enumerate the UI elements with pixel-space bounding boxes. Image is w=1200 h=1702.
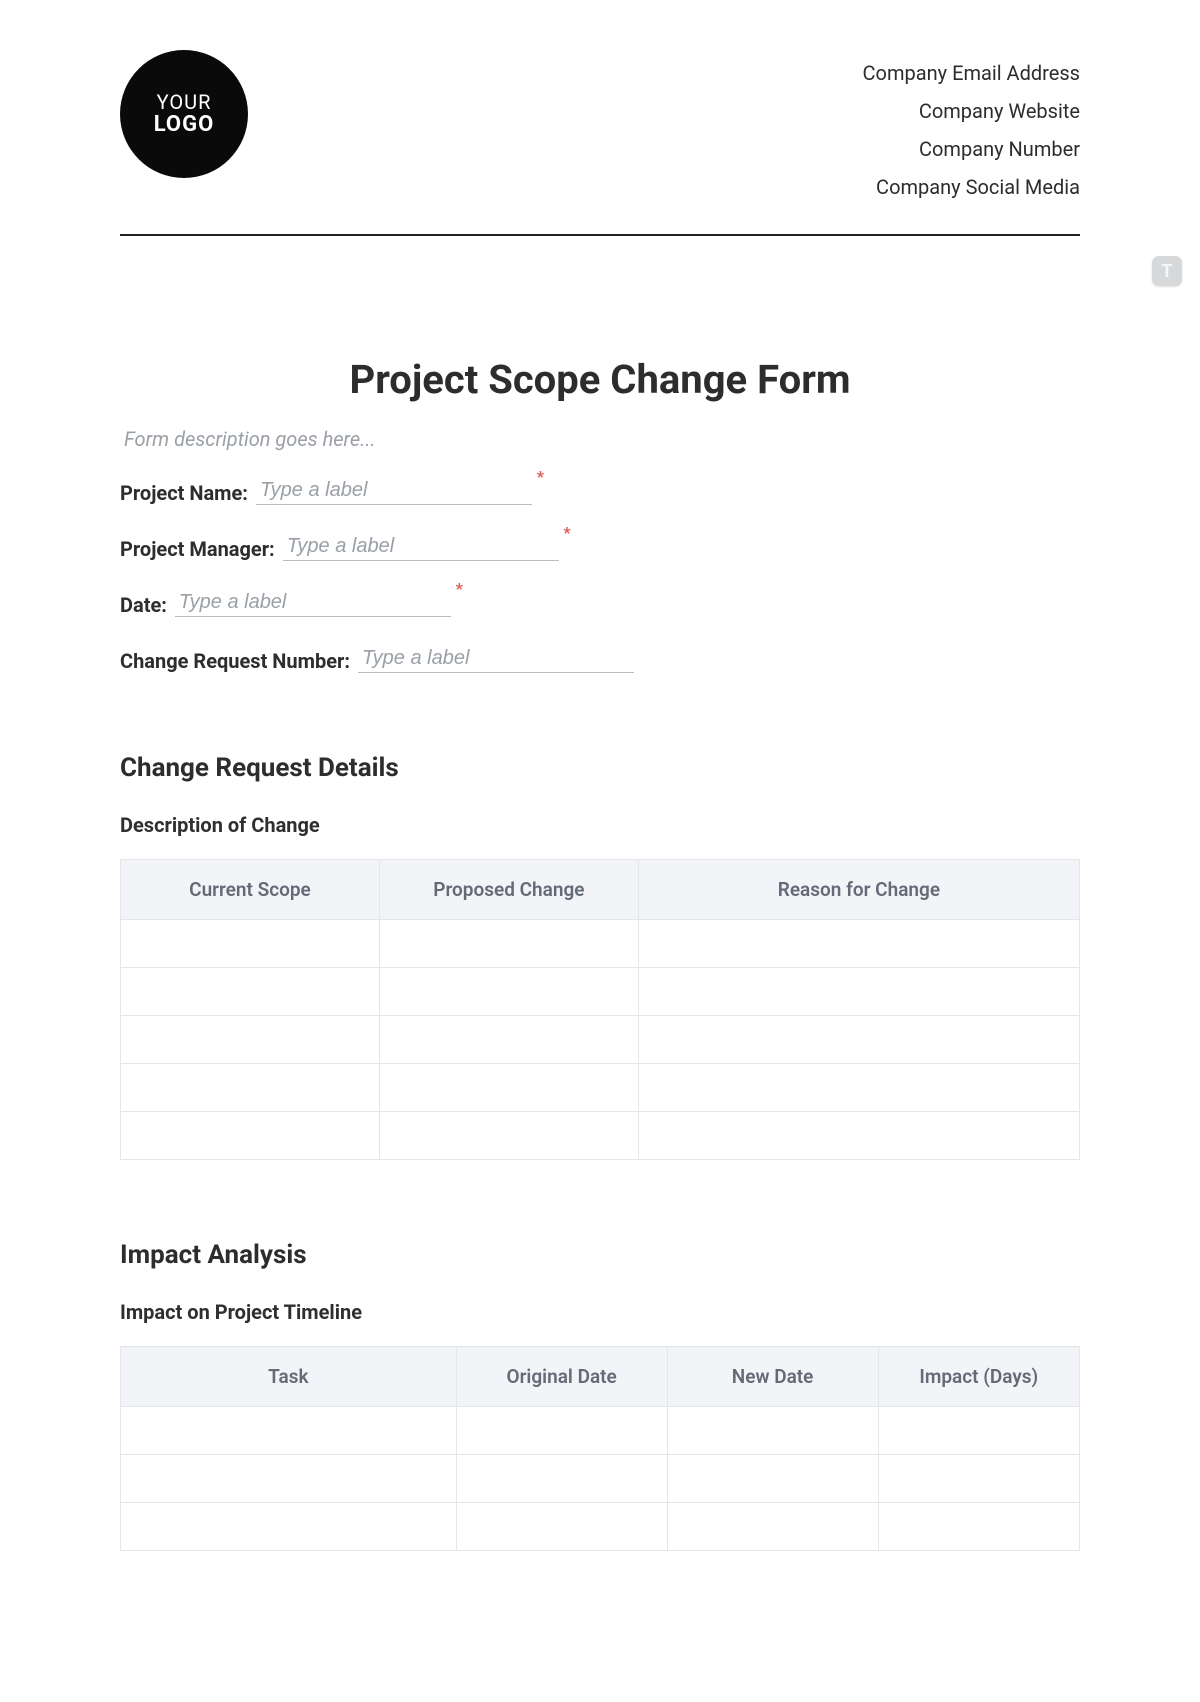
form-description-placeholder[interactable]: Form description goes here... [124, 427, 1080, 451]
table-header-cell: Task [121, 1347, 457, 1407]
table-cell[interactable] [121, 920, 380, 968]
table-row [121, 1016, 1080, 1064]
field-label: Change Request Number: [120, 649, 350, 673]
logo-line2: LOGO [154, 113, 215, 137]
table-cell[interactable] [456, 1407, 667, 1455]
required-asterisk-icon: * [456, 579, 463, 598]
table-cell[interactable] [121, 1503, 457, 1551]
required-asterisk-icon: * [563, 523, 570, 542]
table-cell[interactable] [638, 1112, 1079, 1160]
table-row [121, 968, 1080, 1016]
field-date: Date: * [120, 589, 1080, 617]
table-cell[interactable] [638, 968, 1079, 1016]
table-header-cell: Reason for Change [638, 860, 1079, 920]
table-cell[interactable] [667, 1503, 878, 1551]
project-manager-input[interactable] [283, 533, 559, 561]
field-label: Project Manager: [120, 537, 275, 561]
table-cell[interactable] [878, 1503, 1079, 1551]
table-cell[interactable] [121, 1064, 380, 1112]
change-req-no-input[interactable] [358, 645, 634, 673]
table-cell[interactable] [379, 920, 638, 968]
table-cell[interactable] [878, 1455, 1079, 1503]
company-social: Company Social Media [863, 168, 1080, 206]
page-inner: YOUR LOGO Company Email Address Company … [0, 0, 1200, 1591]
template-badge[interactable]: T [1152, 256, 1182, 286]
project-name-input[interactable] [256, 477, 532, 505]
field-project-manager: Project Manager: * [120, 533, 1080, 561]
table-header-cell: Proposed Change [379, 860, 638, 920]
field-label: Project Name: [120, 481, 248, 505]
table-cell[interactable] [121, 1455, 457, 1503]
table-cell[interactable] [878, 1407, 1079, 1455]
template-badge-letter: T [1161, 261, 1172, 282]
table-header-cell: Current Scope [121, 860, 380, 920]
table-row [121, 1064, 1080, 1112]
field-project-name: Project Name: * [120, 477, 1080, 505]
subsection-heading-desc-of-change: Description of Change [120, 813, 1080, 837]
table-row [121, 1407, 1080, 1455]
company-website: Company Website [863, 92, 1080, 130]
table-cell[interactable] [456, 1503, 667, 1551]
field-label: Date: [120, 593, 167, 617]
table-cell[interactable] [121, 968, 380, 1016]
impact-table: TaskOriginal DateNew DateImpact (Days) [120, 1346, 1080, 1551]
logo-line1: YOUR [157, 91, 212, 113]
table-cell[interactable] [667, 1455, 878, 1503]
table-header-cell: Original Date [456, 1347, 667, 1407]
table-cell[interactable] [667, 1407, 878, 1455]
table-header-cell: Impact (Days) [878, 1347, 1079, 1407]
table-cell[interactable] [121, 1407, 457, 1455]
table-row [121, 1112, 1080, 1160]
change-details-table: Current ScopeProposed ChangeReason for C… [120, 859, 1080, 1160]
table-row [121, 1503, 1080, 1551]
table-cell[interactable] [121, 1112, 380, 1160]
page: T YOUR LOGO Company Email Address Compan… [0, 0, 1200, 1702]
company-info: Company Email Address Company Website Co… [863, 50, 1080, 206]
table-cell[interactable] [379, 1112, 638, 1160]
table-cell[interactable] [379, 1016, 638, 1064]
subsection-heading-impact-timeline: Impact on Project Timeline [120, 1300, 1080, 1324]
section-heading-change-details: Change Request Details [120, 753, 1080, 783]
table-header-cell: New Date [667, 1347, 878, 1407]
table-cell[interactable] [379, 968, 638, 1016]
company-number: Company Number [863, 130, 1080, 168]
section-heading-impact: Impact Analysis [120, 1240, 1080, 1270]
table-cell[interactable] [638, 1064, 1079, 1112]
table-row [121, 920, 1080, 968]
table-cell[interactable] [638, 920, 1079, 968]
header-divider [120, 234, 1080, 236]
field-change-req-no: Change Request Number: [120, 645, 1080, 673]
header: YOUR LOGO Company Email Address Company … [120, 50, 1080, 206]
table-cell[interactable] [638, 1016, 1079, 1064]
table-row [121, 1455, 1080, 1503]
date-input[interactable] [175, 589, 451, 617]
table-cell[interactable] [121, 1016, 380, 1064]
company-email: Company Email Address [863, 54, 1080, 92]
page-title: Project Scope Change Form [120, 356, 1080, 403]
logo-placeholder: YOUR LOGO [120, 50, 248, 178]
table-cell[interactable] [379, 1064, 638, 1112]
table-cell[interactable] [456, 1455, 667, 1503]
required-asterisk-icon: * [537, 467, 544, 486]
